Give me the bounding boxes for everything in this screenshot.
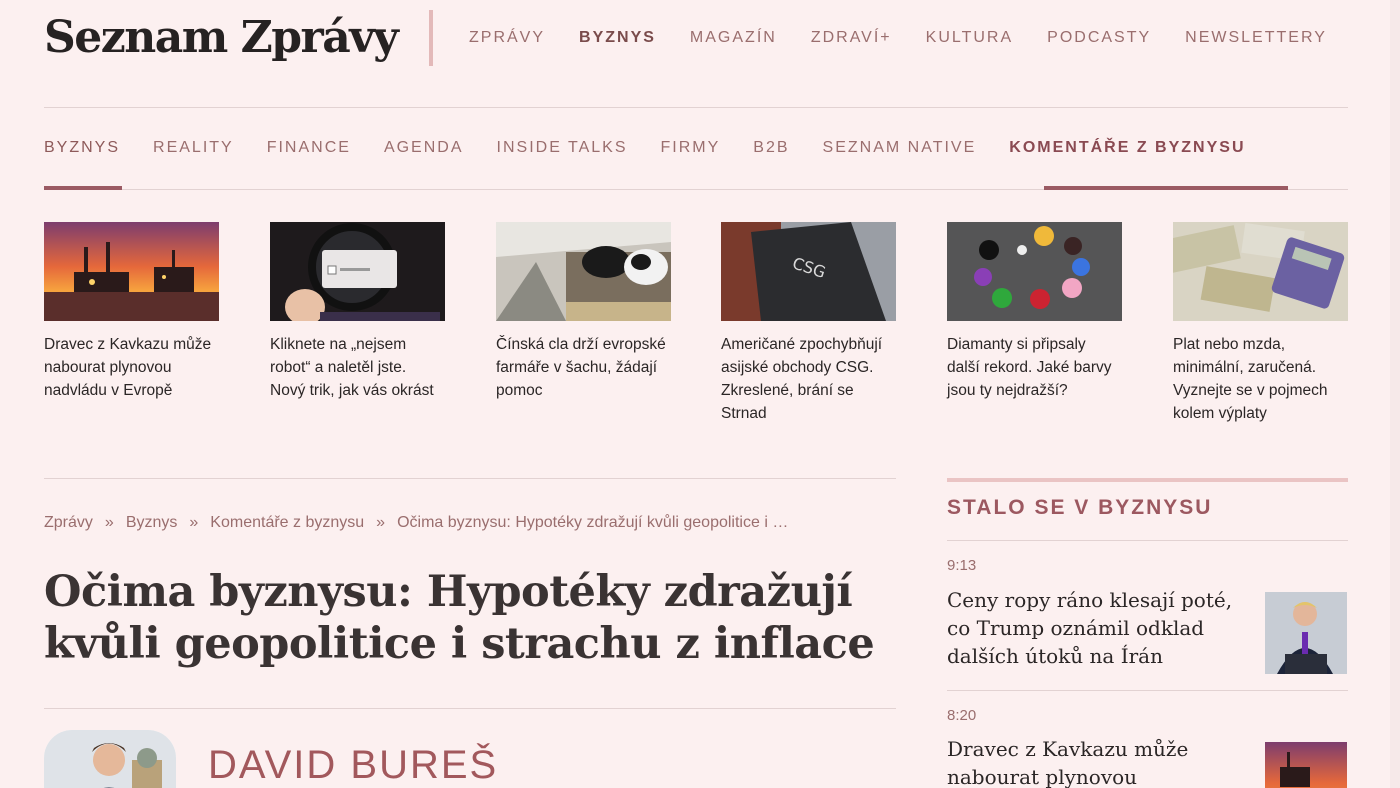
news-image-oil-rig[interactable] <box>1265 742 1347 788</box>
teaser-image-csg-building[interactable]: CSG <box>721 222 896 321</box>
author-name[interactable]: DAVID BUREŠ <box>208 740 498 788</box>
section-underline-komentare <box>1044 186 1288 190</box>
teaser-card[interactable]: Kliknete na „nejsem robot“ a naletěl jst… <box>270 222 445 402</box>
sidebar-title: STALO SE V BYZNYSU <box>947 496 1213 519</box>
nav-podcasty[interactable]: PODCASTY <box>1047 26 1151 50</box>
sidebar-top-rule <box>947 478 1348 482</box>
breadcrumb-item[interactable]: Komentáře z byznysu <box>210 514 364 532</box>
news-image-trump[interactable] <box>1265 592 1347 674</box>
sidebar-divider <box>947 540 1348 541</box>
teaser-image-cows[interactable] <box>496 222 671 321</box>
teaser-title[interactable]: Plat nebo mzda, minimální, zaručená. Vyz… <box>1173 333 1348 425</box>
teaser-card[interactable]: Plat nebo mzda, minimální, zaručená. Vyz… <box>1173 222 1348 425</box>
section-tab-seznam-native[interactable]: SEZNAM NATIVE <box>823 136 977 160</box>
news-time: 9:13 <box>947 557 977 574</box>
teaser-title[interactable]: Dravec z Kavkazu může nabourat plynovou … <box>44 333 219 402</box>
headline-divider <box>44 708 896 709</box>
sidebar-divider <box>947 690 1348 691</box>
content-divider <box>44 478 896 479</box>
logo-divider <box>429 10 433 66</box>
news-time: 8:20 <box>947 707 977 724</box>
teaser-title[interactable]: Diamanty si připsaly další rekord. Jaké … <box>947 333 1122 402</box>
teaser-title[interactable]: Američané zpochybňují asijské obchody CS… <box>721 333 896 425</box>
teaser-card[interactable]: CSG Američané zpochybňují asijské obchod… <box>721 222 896 425</box>
main-nav: ZPRÁVY BYZNYS MAGAZÍN ZDRAVÍ+ KULTURA PO… <box>469 26 1327 50</box>
site-header: Seznam Zprávy ZPRÁVY BYZNYS MAGAZÍN ZDRA… <box>44 0 1348 108</box>
nav-zdravi[interactable]: ZDRAVÍ+ <box>811 26 892 50</box>
teaser-image-banknotes-calculator[interactable] <box>1173 222 1348 321</box>
section-tab-reality[interactable]: REALITY <box>153 136 234 160</box>
section-underline-byznys <box>44 186 122 190</box>
breadcrumb-separator: » <box>104 514 114 531</box>
site-logo[interactable]: Seznam Zprávy <box>44 10 399 66</box>
nav-newslettery[interactable]: NEWSLETTERY <box>1185 26 1327 50</box>
breadcrumb-separator: » <box>376 514 386 531</box>
section-nav: BYZNYS REALITY FINANCE AGENDA INSIDE TAL… <box>44 108 1348 190</box>
section-tab-firmy[interactable]: FIRMY <box>661 136 721 160</box>
article-headline: Očima byznysu: Hypotéky zdražují kvůli g… <box>44 567 875 669</box>
section-tab-byznys[interactable]: BYZNYS <box>44 136 120 160</box>
nav-byznys[interactable]: BYZNYS <box>579 26 656 50</box>
teaser-image-diamonds[interactable] <box>947 222 1122 321</box>
section-tab-inside-talks[interactable]: INSIDE TALKS <box>497 136 628 160</box>
breadcrumb-separator: » <box>189 514 199 531</box>
section-tab-b2b[interactable]: B2B <box>753 136 789 160</box>
teaser-image-oil-rig[interactable] <box>44 222 219 321</box>
nav-zpravy[interactable]: ZPRÁVY <box>469 26 545 50</box>
teaser-title[interactable]: Kliknete na „nejsem robot“ a naletěl jst… <box>270 333 445 402</box>
teaser-card[interactable]: Diamanty si připsaly další rekord. Jaké … <box>947 222 1122 402</box>
teaser-card[interactable]: Čínská cla drží evropské farmáře v šachu… <box>496 222 671 402</box>
page-scrollbar[interactable] <box>1390 0 1400 788</box>
author-avatar[interactable] <box>44 730 176 788</box>
breadcrumb-current: Očima byznysu: Hypotéky zdražují kvůli g… <box>397 514 789 531</box>
section-tab-komentare[interactable]: KOMENTÁŘE Z BYZNYSU <box>1009 136 1245 160</box>
nav-kultura[interactable]: KULTURA <box>926 26 1014 50</box>
nav-magazin[interactable]: MAGAZÍN <box>690 26 777 50</box>
teaser-image-captcha[interactable] <box>270 222 445 321</box>
news-title[interactable]: Dravec z Kavkazu může nabourat plynovou <box>947 735 1247 788</box>
breadcrumb-item[interactable]: Zprávy <box>44 514 93 532</box>
teaser-title[interactable]: Čínská cla drží evropské farmáře v šachu… <box>496 333 671 402</box>
teaser-card[interactable]: Dravec z Kavkazu může nabourat plynovou … <box>44 222 219 402</box>
section-tab-agenda[interactable]: AGENDA <box>384 136 464 160</box>
section-tab-finance[interactable]: FINANCE <box>267 136 351 160</box>
breadcrumb-item[interactable]: Byznys <box>126 514 178 532</box>
breadcrumb: Zprávy » Byznys » Komentáře z byznysu » … <box>44 514 894 532</box>
news-title[interactable]: Ceny ropy ráno klesají poté, co Trump oz… <box>947 586 1247 670</box>
